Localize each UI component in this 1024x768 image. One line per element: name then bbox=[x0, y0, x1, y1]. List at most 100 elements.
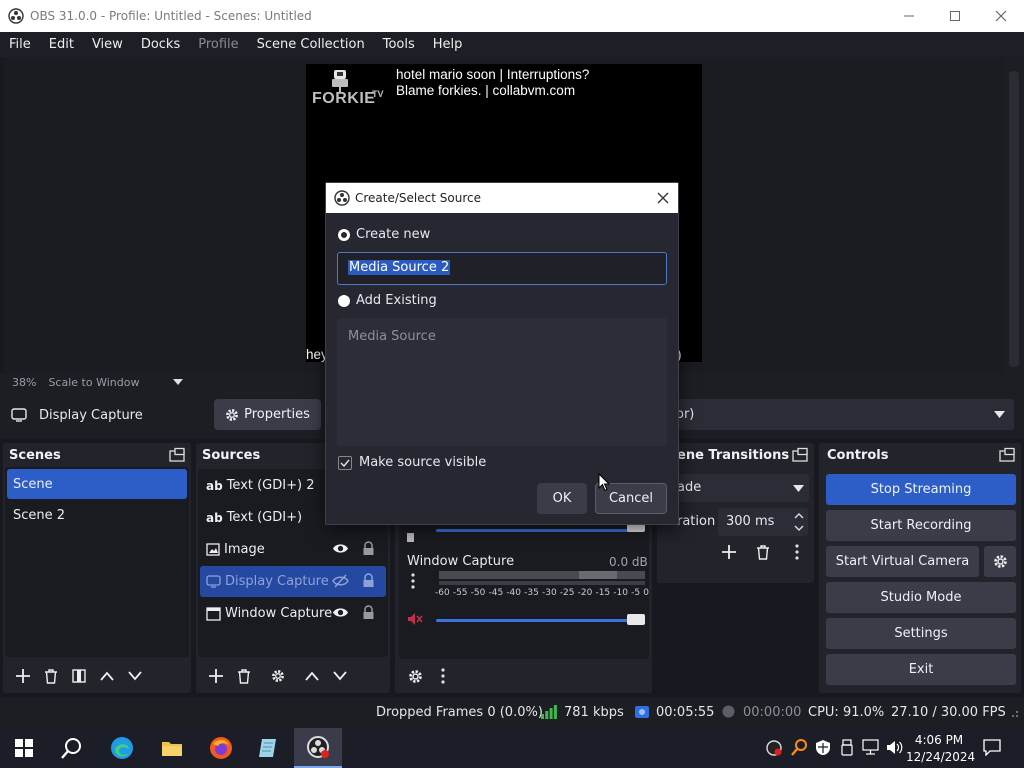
add-scene-button[interactable] bbox=[9, 663, 37, 689]
source-name-input[interactable]: Media Source 2 bbox=[337, 252, 667, 285]
add-transition-button[interactable] bbox=[715, 539, 743, 565]
create-new-label[interactable]: Create new bbox=[356, 227, 430, 242]
remove-scene-button[interactable] bbox=[37, 663, 65, 689]
maximize-button[interactable] bbox=[932, 0, 978, 32]
volume-slider[interactable] bbox=[436, 529, 644, 532]
studio-mode-button[interactable]: Studio Mode bbox=[826, 582, 1016, 613]
scale-mode-dropdown[interactable]: Scale to Window bbox=[48, 376, 184, 389]
start-recording-button[interactable]: Start Recording bbox=[826, 510, 1016, 541]
stop-streaming-button[interactable]: Stop Streaming bbox=[826, 474, 1016, 505]
volume-slider[interactable] bbox=[436, 619, 644, 622]
taskbar-obs[interactable] bbox=[294, 728, 342, 768]
lock-icon[interactable] bbox=[362, 573, 375, 588]
chevron-down-icon[interactable] bbox=[794, 525, 804, 532]
transitions-toolbar bbox=[715, 539, 811, 565]
clock-date[interactable]: 12/24/2024 bbox=[906, 750, 975, 764]
make-visible-label[interactable]: Make source visible bbox=[359, 455, 486, 470]
source-item-selected[interactable]: Display Capture bbox=[200, 566, 386, 597]
usb-icon[interactable] bbox=[840, 739, 854, 756]
ok-button[interactable]: OK bbox=[537, 483, 587, 514]
scene-item[interactable]: Scene 2 bbox=[7, 500, 187, 530]
mixer-track-label: Window Capture bbox=[407, 554, 515, 569]
menu-view[interactable]: View bbox=[83, 32, 132, 57]
taskbar-firefox[interactable] bbox=[197, 728, 245, 768]
transition-dropdown[interactable]: ade bbox=[659, 474, 809, 502]
menu-scene-collection[interactable]: Scene Collection bbox=[248, 32, 374, 57]
scene-filters-button[interactable] bbox=[65, 663, 93, 689]
lock-icon[interactable] bbox=[362, 541, 375, 556]
source-property-dropdown[interactable]: or) bbox=[664, 399, 1014, 430]
create-new-radio[interactable] bbox=[338, 229, 350, 241]
muted-speaker-icon[interactable] bbox=[407, 612, 423, 626]
minimize-icon bbox=[903, 10, 915, 22]
move-scene-down-button[interactable] bbox=[121, 663, 149, 689]
menu-profile[interactable]: Profile bbox=[189, 32, 247, 57]
resize-grip-icon[interactable] bbox=[1010, 709, 1019, 718]
notifications-icon[interactable] bbox=[983, 739, 1001, 756]
chevron-up-icon[interactable] bbox=[794, 512, 804, 519]
eye-icon[interactable] bbox=[332, 606, 349, 619]
remove-source-button[interactable] bbox=[230, 663, 258, 689]
undock-icon[interactable] bbox=[999, 447, 1015, 463]
shield-icon[interactable] bbox=[815, 739, 831, 756]
source-item[interactable]: Image bbox=[200, 534, 386, 565]
menu-edit[interactable]: Edit bbox=[40, 32, 83, 57]
undock-icon[interactable] bbox=[169, 447, 185, 463]
start-button[interactable] bbox=[0, 728, 48, 768]
dialog-close-button[interactable] bbox=[657, 192, 669, 204]
undock-icon[interactable] bbox=[792, 447, 808, 463]
menu-file[interactable]: File bbox=[0, 32, 40, 57]
preview-scrollbar[interactable] bbox=[1004, 57, 1024, 373]
clock-time[interactable]: 4:06 PM bbox=[910, 733, 968, 747]
eye-icon[interactable] bbox=[332, 542, 349, 555]
menu-tools[interactable]: Tools bbox=[374, 32, 424, 57]
preview-ticker-text: hotel mario soon | Interruptions? Blame … bbox=[396, 67, 606, 99]
mixer-menu-icon[interactable] bbox=[411, 573, 415, 589]
add-source-button[interactable] bbox=[202, 663, 230, 689]
make-visible-checkbox[interactable] bbox=[338, 456, 352, 470]
mixer-settings-button[interactable] bbox=[401, 663, 429, 689]
settings-button[interactable]: Settings bbox=[826, 618, 1016, 649]
scrollbar-thumb[interactable] bbox=[1009, 71, 1019, 367]
taskbar-file-explorer[interactable] bbox=[148, 728, 196, 768]
existing-source-item[interactable]: Media Source bbox=[348, 329, 436, 344]
move-scene-up-button[interactable] bbox=[93, 663, 121, 689]
scenes-list[interactable]: Scene Scene 2 bbox=[5, 467, 189, 657]
menu-docks[interactable]: Docks bbox=[132, 32, 189, 57]
add-existing-label[interactable]: Add Existing bbox=[356, 293, 437, 308]
volume-slider-handle[interactable] bbox=[627, 614, 645, 625]
obs-tray-icon[interactable] bbox=[766, 740, 782, 756]
lock-icon[interactable] bbox=[362, 605, 375, 620]
start-virtual-camera-button[interactable]: Start Virtual Camera bbox=[826, 546, 979, 577]
exit-button[interactable]: Exit bbox=[826, 654, 1016, 685]
network-icon[interactable] bbox=[862, 739, 879, 755]
gear-icon bbox=[408, 669, 423, 684]
virtual-camera-settings-button[interactable] bbox=[984, 546, 1016, 577]
text-icon: ab bbox=[206, 510, 223, 525]
scene-item[interactable]: Scene bbox=[7, 469, 187, 499]
search-button[interactable] bbox=[48, 728, 96, 768]
tray-search-icon[interactable] bbox=[791, 739, 807, 756]
volume-icon[interactable] bbox=[886, 740, 904, 755]
source-properties-button[interactable] bbox=[264, 663, 292, 689]
close-button[interactable] bbox=[978, 0, 1024, 32]
taskbar-notepad[interactable] bbox=[245, 728, 293, 768]
properties-button[interactable]: Properties bbox=[214, 399, 321, 430]
chevron-down-icon bbox=[793, 485, 804, 492]
volume-slider-handle[interactable] bbox=[627, 524, 645, 532]
eye-hidden-icon[interactable] bbox=[332, 574, 349, 588]
menu-help[interactable]: Help bbox=[424, 32, 472, 57]
move-source-down-button[interactable] bbox=[326, 663, 354, 689]
transition-menu-button[interactable] bbox=[783, 539, 811, 565]
source-item[interactable]: Window Capture bbox=[200, 598, 386, 629]
move-source-up-button[interactable] bbox=[298, 663, 326, 689]
meter-tick: -55 bbox=[452, 588, 468, 598]
existing-sources-list[interactable]: Media Source bbox=[337, 318, 667, 446]
minimize-button[interactable] bbox=[886, 0, 932, 32]
remove-transition-button[interactable] bbox=[749, 539, 777, 565]
speaker-icon[interactable] bbox=[407, 533, 414, 542]
mixer-menu-button[interactable] bbox=[429, 663, 457, 689]
add-existing-radio[interactable] bbox=[338, 295, 350, 307]
duration-spinbox[interactable]: 300 ms bbox=[718, 508, 808, 536]
taskbar-edge[interactable] bbox=[98, 728, 146, 768]
